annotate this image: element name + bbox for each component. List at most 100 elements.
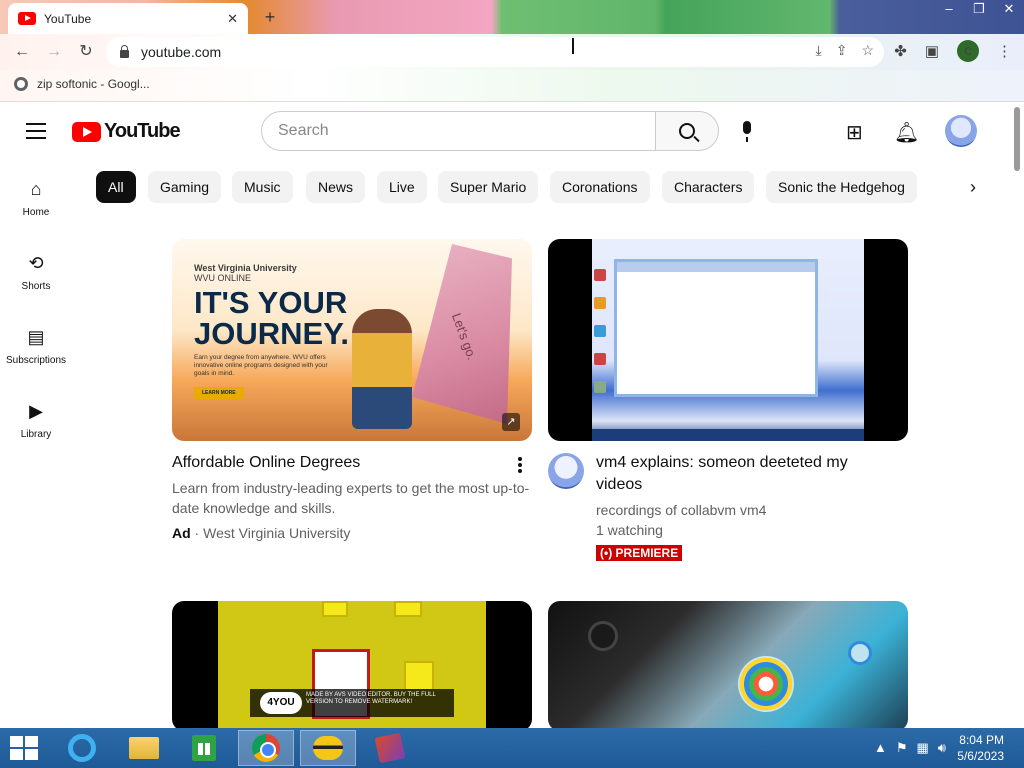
- page-scrollbar[interactable]: [1010, 103, 1024, 728]
- text-cursor-icon: [572, 38, 574, 54]
- watching-count: 1 watching: [596, 522, 663, 538]
- sidebar-item-label: Subscriptions: [5, 355, 67, 366]
- avs-watermark: 4YOU MADE BY AVS VIDEO EDITOR. BUY THE F…: [250, 689, 454, 717]
- folder-icon: [129, 737, 159, 759]
- advertiser-name[interactable]: West Virginia University: [203, 525, 350, 541]
- book-app-icon: [374, 732, 406, 764]
- guide-menu-icon[interactable]: [26, 123, 46, 144]
- thumb-headline: IT'S YOUR JOURNEY.: [194, 285, 350, 351]
- tab-title: YouTube: [44, 11, 92, 26]
- lock-icon[interactable]: [120, 44, 129, 58]
- search-icon: [679, 123, 695, 139]
- address-url[interactable]: youtube.com: [141, 44, 221, 60]
- install-app-icon[interactable]: ⤓: [816, 42, 822, 59]
- voice-search-icon[interactable]: [738, 121, 756, 143]
- taskbar-book-app[interactable]: [362, 730, 418, 766]
- system-clock[interactable]: 8:04 PM 5/6/2023: [957, 732, 1004, 764]
- profile-avatar[interactable]: c: [957, 40, 979, 62]
- bookmark-label[interactable]: zip softonic - Googl...: [37, 77, 150, 91]
- video-thumbnail-windows7[interactable]: [548, 601, 908, 728]
- bookmark-item[interactable]: zip softonic - Googl...: [14, 77, 150, 91]
- share-icon[interactable]: ⇪: [836, 42, 848, 59]
- bee-app-icon: [313, 736, 343, 760]
- more-actions-icon[interactable]: [518, 457, 522, 475]
- chips-next-chevron-icon[interactable]: ›: [970, 177, 976, 198]
- chip-characters[interactable]: Characters: [662, 171, 755, 203]
- window-controls: – ❐ ✕: [934, 0, 1024, 18]
- browser-toolbar: ← → ↻ youtube.com ⤓ ⇪ ☆ ✤ ▣ c ⋮: [0, 34, 1024, 70]
- side-panel-icon[interactable]: ▣: [925, 42, 939, 60]
- wvu-logo: West Virginia University WVU ONLINE: [194, 263, 297, 283]
- sidebar-item-home[interactable]: ⌂ Home: [0, 179, 72, 218]
- chip-live[interactable]: Live: [377, 171, 427, 203]
- vm-desktop-screenshot: [592, 239, 864, 441]
- youtube-favicon-icon: [18, 12, 36, 25]
- sidebar-item-subscriptions[interactable]: ▤ Subscriptions: [0, 327, 72, 366]
- sidebar-item-label: Shorts: [21, 281, 51, 292]
- system-tray: ▲ ⚑ ▦ 🔊︎: [874, 740, 946, 756]
- video-thumbnail-ad[interactable]: West Virginia University WVU ONLINE IT'S …: [172, 239, 532, 441]
- youtube-logo[interactable]: YouTube: [72, 120, 181, 143]
- sidebar-item-library[interactable]: ▶︎ Library: [0, 401, 72, 440]
- start-windows-icon[interactable]: [10, 736, 38, 760]
- tab-close-icon[interactable]: ✕: [227, 11, 238, 27]
- video-title[interactable]: vm4 explains: someon deeteted my videos: [596, 452, 886, 496]
- chrome-menu-icon[interactable]: ⋮: [997, 42, 1012, 60]
- account-avatar[interactable]: [945, 115, 977, 147]
- channel-avatar[interactable]: [548, 453, 584, 489]
- chip-all[interactable]: All: [96, 171, 136, 203]
- shorts-icon: ⟲: [28, 253, 44, 273]
- chip-super-mario[interactable]: Super Mario: [438, 171, 539, 203]
- ad-label: Ad: [172, 525, 191, 541]
- minimize-button[interactable]: –: [934, 0, 964, 18]
- network-icon[interactable]: ▦: [917, 740, 929, 756]
- sidebar-item-shorts[interactable]: ⟲ Shorts: [0, 253, 72, 292]
- search-input[interactable]: Search: [261, 111, 656, 151]
- video-thumbnail-vm4[interactable]: [548, 239, 908, 441]
- tab-youtube[interactable]: YouTube ✕: [8, 3, 248, 34]
- chrome-icon: [252, 734, 280, 762]
- new-tab-button[interactable]: +: [258, 6, 282, 28]
- taskbar-internet-explorer[interactable]: [54, 730, 110, 766]
- taskbar-file-explorer[interactable]: [116, 730, 172, 766]
- notepad-window: [614, 259, 818, 397]
- chip-news[interactable]: News: [306, 171, 366, 203]
- show-hidden-icons-icon[interactable]: ▲: [874, 740, 887, 756]
- video-title[interactable]: Affordable Online Degrees: [172, 452, 360, 474]
- extensions-puzzle-icon[interactable]: ✤: [894, 42, 907, 60]
- scrollbar-thumb[interactable]: [1014, 107, 1020, 171]
- notifications-bell-icon[interactable]: 🔔︎: [894, 120, 919, 145]
- chip-gaming[interactable]: Gaming: [148, 171, 222, 203]
- windows-taskbar: ▲ ⚑ ▦ 🔊︎ 8:04 PM 5/6/2023: [0, 728, 1024, 768]
- ad-attribution: Ad · West Virginia University: [172, 525, 351, 541]
- video-description: Learn from industry-leading experts to g…: [172, 480, 530, 516]
- back-button[interactable]: ←: [10, 40, 34, 64]
- thumb-learn-more: LEARN MORE: [194, 387, 244, 399]
- ie-logo-icon: [848, 641, 872, 665]
- bookmark-star-icon[interactable]: ☆: [861, 42, 874, 59]
- chip-sonic-the-hedgehog[interactable]: Sonic the Hedgehog: [766, 171, 917, 203]
- windows7-orb-icon: [738, 656, 794, 712]
- external-link-icon[interactable]: ↗: [502, 413, 520, 431]
- channel-name[interactable]: recordings of collabvm vm4: [596, 500, 766, 520]
- video-thumbnail-mario[interactable]: 4YOU MADE BY AVS VIDEO EDITOR. BUY THE F…: [172, 601, 532, 728]
- thumb-copy: Earn your degree from anywhere. WVU offe…: [194, 354, 328, 377]
- taskbar-store[interactable]: [176, 730, 232, 766]
- create-video-icon[interactable]: ⊞: [846, 120, 863, 145]
- window-close-button[interactable]: ✕: [994, 0, 1024, 18]
- taskbar-chrome[interactable]: [238, 730, 294, 766]
- youtube-play-icon: [72, 121, 101, 142]
- library-icon: ▶︎: [29, 401, 43, 421]
- action-center-flag-icon[interactable]: ⚑: [896, 740, 908, 756]
- address-bar[interactable]: youtube.com ⤓ ⇪ ☆: [106, 37, 884, 67]
- forward-button[interactable]: →: [42, 40, 66, 64]
- chip-coronations[interactable]: Coronations: [550, 171, 650, 203]
- search-button[interactable]: [655, 111, 719, 151]
- restore-button[interactable]: ❐: [964, 0, 994, 18]
- reload-button[interactable]: ↻: [74, 40, 98, 64]
- store-icon: [192, 735, 216, 761]
- volume-icon[interactable]: 🔊︎: [938, 740, 946, 756]
- taskbar-bee-app[interactable]: [300, 730, 356, 766]
- chip-music[interactable]: Music: [232, 171, 293, 203]
- mario-block: [322, 601, 348, 617]
